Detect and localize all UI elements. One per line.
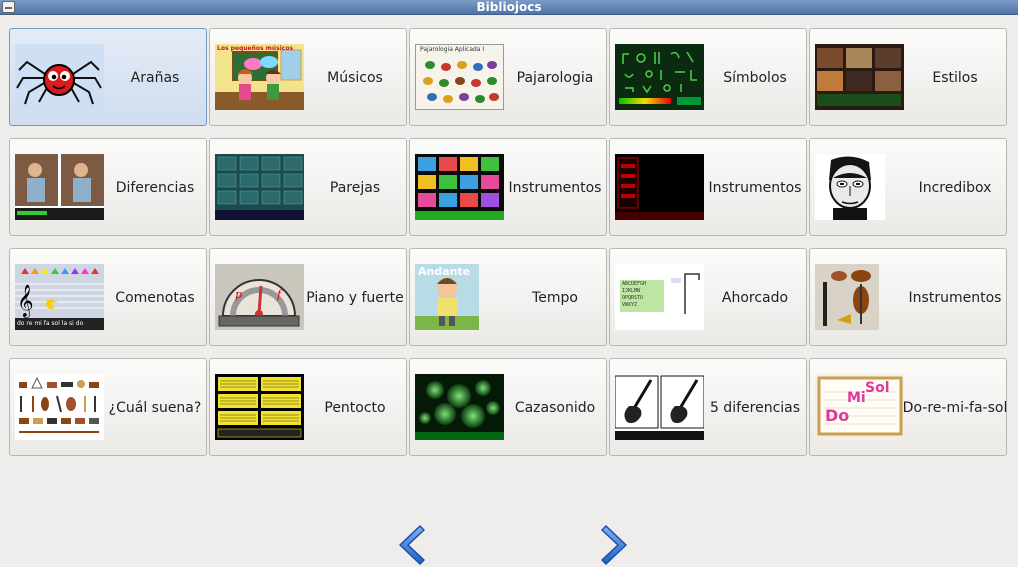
hangman-icon: ABCDEFGH IJKLMN OPQRSTU VWXYZ [615, 264, 704, 330]
tile-label: Músicos [327, 70, 383, 86]
tile-label: Do-re-mi-fa-sol [902, 400, 1008, 416]
arrow-left-icon [399, 525, 425, 565]
tile-label: 5 diferencias [709, 400, 801, 416]
tile-musicos[interactable]: Los pequeños músicos Músicos [209, 28, 407, 126]
tile-label: Ahorcado [721, 290, 789, 306]
tile-instrumentos-1[interactable]: Instrumentos [409, 138, 607, 236]
tile-aranas[interactable]: Arañas [9, 28, 207, 126]
tile-label: Tempo [532, 290, 578, 306]
tile-parejas[interactable]: Parejas [209, 138, 407, 236]
tile-label: Estilos [932, 70, 978, 86]
solfege-mi: Mi [847, 390, 866, 406]
arrow-right-icon [601, 525, 627, 565]
thumb-caption: Andante [418, 265, 471, 278]
staff-cards-icon [215, 374, 304, 440]
note-eater-icon: 𝄞 do re mi fa sol la si do [15, 264, 104, 330]
spider-icon [15, 44, 104, 110]
styles-icon [815, 44, 904, 110]
tile-instrumentos-3[interactable]: Instrumentos [809, 248, 1007, 346]
tile-instrumentos-2[interactable]: Instrumentos [609, 138, 807, 236]
instruments-grid-icon [415, 154, 504, 220]
tile-label: Instrumentos [908, 290, 1002, 306]
prev-page-button[interactable] [394, 524, 428, 566]
pairs-icon [215, 154, 304, 220]
tile-simbolos[interactable]: Símbolos [609, 28, 807, 126]
tile-estilos[interactable]: Estilos [809, 28, 1007, 126]
svg-text:𝄞: 𝄞 [17, 284, 34, 318]
thumb-caption: Los pequeños músicos [217, 45, 294, 52]
incredibox-icon [815, 154, 885, 220]
tile-pajarologia[interactable]: Pajarologia Aplicada I Pajarologia [409, 28, 607, 126]
tile-label: Piano y fuerte [306, 290, 404, 306]
thumb-caption: do re mi fa sol la si do [17, 320, 84, 327]
next-page-button[interactable] [598, 524, 632, 566]
differences-icon [15, 154, 104, 220]
tile-5-diferencias[interactable]: 5 diferencias [609, 358, 807, 456]
which-sounds-icon [15, 374, 104, 440]
tile-comenotas[interactable]: 𝄞 do re mi fa sol la si do Comenotas [9, 248, 207, 346]
dynamics-gauge-icon: p f [215, 264, 304, 330]
tile-label: Instrumentos [508, 180, 602, 196]
tile-label: Instrumentos [708, 180, 802, 196]
guitars-icon [615, 374, 704, 440]
tile-incredibox[interactable]: Incredibox [809, 138, 1007, 236]
tile-label: Incredibox [918, 180, 992, 196]
window-title: Bibliojocs [476, 0, 542, 14]
tile-tempo[interactable]: Andante Tempo [409, 248, 607, 346]
orchestra-instruments-icon [815, 264, 879, 330]
solfege-do: Do [825, 406, 850, 425]
tile-label: Diferencias [115, 180, 195, 196]
tile-label: ¿Cuál suena? [108, 400, 202, 416]
tile-label: Parejas [329, 180, 381, 196]
tile-cazasonido[interactable]: Cazasonido [409, 358, 607, 456]
tile-piano-y-fuerte[interactable]: p f Piano y fuerte [209, 248, 407, 346]
tile-label: Cazasonido [514, 400, 596, 416]
tile-label: Pajarologia [516, 70, 594, 86]
tile-do-re-mi-fa-sol[interactable]: Do Mi Sol Do-re-mi-fa-sol [809, 358, 1007, 456]
birds-icon: Pajarologia Aplicada I [415, 44, 504, 110]
tile-pentocto[interactable]: Pentocto [209, 358, 407, 456]
solfege-icon: Do Mi Sol [815, 374, 904, 440]
symbols-icon [615, 44, 704, 110]
tile-label: Arañas [130, 70, 180, 86]
window-titlebar: Bibliojocs [0, 0, 1018, 15]
musicians-icon: Los pequeños músicos [215, 44, 304, 110]
svg-text:p: p [235, 288, 242, 301]
sound-hunt-icon [415, 374, 504, 440]
tile-diferencias[interactable]: Diferencias [9, 138, 207, 236]
tile-ahorcado[interactable]: ABCDEFGH IJKLMN OPQRSTU VWXYZ Ahorcado [609, 248, 807, 346]
tile-label: Pentocto [324, 400, 386, 416]
tempo-character-icon: Andante [415, 264, 479, 330]
solfege-sol: Sol [865, 380, 890, 396]
tile-label: Símbolos [723, 70, 787, 86]
tile-cual-suena[interactable]: ¿Cuál suena? [9, 358, 207, 456]
instruments-dark-icon [615, 154, 704, 220]
tile-label: Comenotas [115, 290, 195, 306]
